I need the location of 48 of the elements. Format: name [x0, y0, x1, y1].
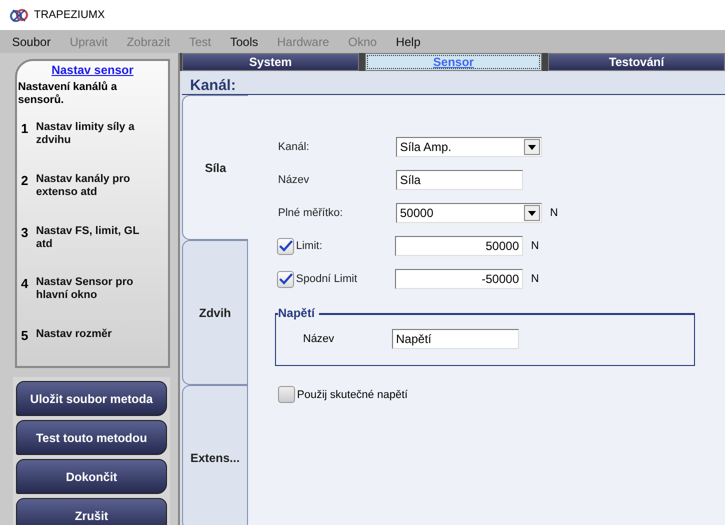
field-label: Plné měřítko: — [278, 207, 344, 219]
step-number: 5 — [21, 328, 30, 346]
menu-item[interactable]: Soubor — [12, 34, 51, 48]
unit-label: N — [531, 240, 539, 252]
field-label: Název — [303, 333, 336, 345]
text-field[interactable]: Síla — [396, 170, 523, 190]
dropdown[interactable]: Síla Amp. — [396, 137, 542, 157]
group-title: Napětí — [278, 306, 319, 320]
step-text[interactable]: Nastav limity síly a zdvihu — [36, 121, 154, 155]
step-text[interactable]: Nastav Sensor pro hlavní okno — [36, 276, 154, 310]
step-number: 2 — [21, 172, 30, 190]
step-text[interactable]: Nastav FS, limit, GL atd — [36, 224, 154, 258]
step-number: 1 — [21, 121, 30, 138]
window-title: TRAPEZIUMX — [34, 9, 105, 21]
action-button[interactable]: Dokončit — [16, 459, 167, 494]
field-label: Spodní Limit — [296, 273, 358, 285]
number-field[interactable]: 50000 — [395, 236, 523, 256]
field-label: Limit: — [296, 240, 322, 252]
step-text[interactable]: Nastav rozměr — [36, 328, 154, 362]
field-label: Kanál: — [278, 141, 310, 153]
tab[interactable]: Testování — [548, 53, 725, 71]
action-button[interactable]: Uložit soubor metoda — [16, 381, 167, 416]
checkbox[interactable] — [277, 270, 294, 288]
number-field[interactable]: -50000 — [395, 269, 523, 289]
side-tab[interactable]: Extens... — [182, 385, 248, 525]
checkbox-label: Použij skutečné napětí — [297, 388, 408, 400]
action-button[interactable]: Zrušit — [16, 498, 167, 525]
dropdown[interactable]: 50000 — [396, 203, 542, 223]
section-title: Kanál: — [189, 76, 237, 94]
guide-description: Nastavení kanálů a sensorů. — [18, 81, 118, 107]
menu-item[interactable]: Tools — [230, 34, 258, 48]
tab[interactable]: Sensor — [365, 53, 542, 71]
unit-label: N — [550, 207, 558, 219]
checkbox[interactable] — [277, 238, 294, 254]
menu-item[interactable]: Help — [396, 34, 421, 48]
step-number: 4 — [21, 276, 30, 294]
checkbox[interactable] — [278, 386, 295, 403]
guide-link[interactable]: Nastav sensor — [51, 63, 134, 77]
app-logo-icon — [10, 7, 28, 23]
field-label: Název — [278, 174, 310, 186]
side-tab[interactable]: Zdvih — [182, 240, 248, 385]
step-text[interactable]: Nastav kanály pro extenso atd — [36, 172, 154, 207]
step-number: 3 — [21, 224, 30, 242]
tab[interactable]: System — [182, 53, 359, 71]
unit-label: N — [531, 273, 539, 285]
side-tab[interactable]: Síla — [182, 95, 248, 240]
text-field[interactable]: Napětí — [392, 329, 519, 349]
action-button[interactable]: Test touto metodou — [16, 420, 167, 455]
